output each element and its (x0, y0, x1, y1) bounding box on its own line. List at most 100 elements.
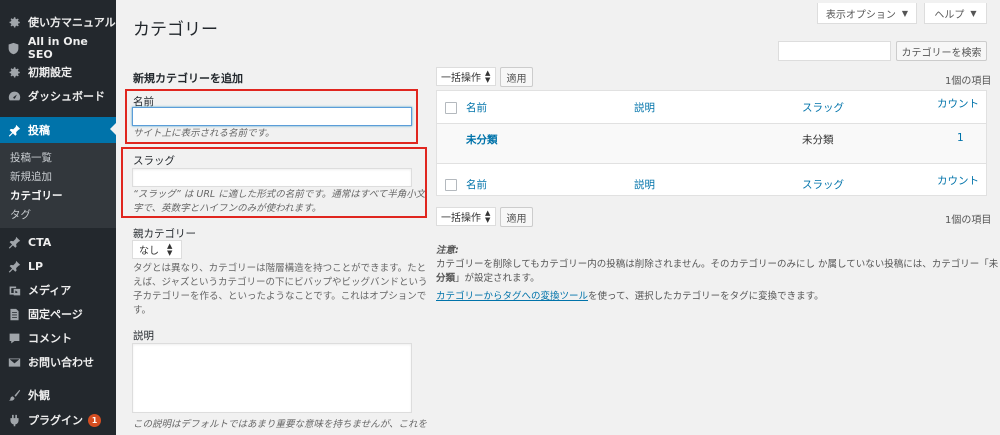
select-all-checkbox[interactable] (445, 102, 457, 114)
brush-icon (7, 388, 21, 402)
description-textarea[interactable] (132, 343, 412, 413)
menu-item-cta[interactable]: CTA (0, 230, 116, 254)
shield-icon (7, 41, 21, 55)
note-line2: 分類」が設定されます。 (436, 272, 540, 286)
menu-label: All in One SEO (27, 35, 88, 61)
media-icon (7, 283, 21, 297)
comment-icon (7, 331, 21, 345)
bulk-action-value: 一括操作 (441, 73, 481, 84)
menu-item-comments[interactable]: コメント (0, 326, 116, 350)
slug-description-line1: “スラッグ” は URL に適した形式の名前です。通常はすべて半角小文 (133, 189, 426, 200)
column-description-footer[interactable]: 説明 (634, 177, 655, 192)
updown-arrow-icon: ▲ ▼ (485, 68, 491, 84)
menu-label: 使い方マニュアル (28, 16, 116, 29)
help-label: ヘルプ (934, 9, 965, 21)
column-count-footer[interactable]: カウント (937, 173, 979, 188)
add-category-heading: 新規カテゴリーを追加 (133, 72, 243, 85)
submenu-categories[interactable]: カテゴリー (10, 188, 63, 203)
column-description-header[interactable]: 説明 (634, 100, 655, 115)
slug-input[interactable] (132, 168, 412, 187)
column-count-header[interactable]: カウント (937, 96, 979, 111)
parent-category-value: なし (139, 246, 159, 257)
pin-icon (7, 123, 21, 137)
plugin-update-badge: 1 (88, 413, 101, 427)
column-slug-header[interactable]: スラッグ (802, 100, 844, 115)
screen-options-button[interactable]: 表示オプション ▼ (817, 3, 917, 24)
menu-item-settings[interactable]: 初期設定 (0, 60, 116, 84)
updown-arrow-icon: ▲ ▼ (485, 208, 491, 224)
column-name-footer[interactable]: 名前 (466, 177, 487, 192)
caret-down-icon: ▼ (970, 8, 977, 18)
help-button[interactable]: ヘルプ ▼ (924, 3, 987, 24)
menu-item-plugins[interactable]: プラグイン 1 (0, 408, 116, 432)
note-line1: カテゴリーを削除してもカテゴリー内の投稿は削除されません。そのカテゴリーのみにし… (436, 259, 999, 270)
menu-item-lp[interactable]: LP (0, 254, 116, 278)
menu-label: 初期設定 (28, 66, 72, 79)
menu-label: プラグイン (28, 414, 83, 427)
name-input[interactable] (132, 107, 412, 126)
caret-down-icon: ▼ (901, 8, 909, 18)
note-line3: カテゴリーからタグへの変換ツールを使って、選択したカテゴリーをタグに変換できます… (436, 290, 824, 304)
menu-label: 固定ページ (28, 308, 83, 321)
posts-submenu: 投稿一覧 新規追加 カテゴリー タグ (0, 143, 116, 228)
bulk-action-select-top[interactable]: 一括操作 ▲ ▼ (436, 67, 496, 86)
page-icon (7, 307, 21, 321)
pin-icon (7, 259, 21, 273)
parent-description-line1: タグとは異なり、カテゴリーは階層構造を持つことができます。たと (133, 263, 427, 274)
column-slug-footer[interactable]: スラッグ (802, 177, 844, 192)
parent-description-line3: 子カテゴリーを作る、といったようなことです。これはオプションで (133, 291, 427, 302)
menu-item-manual[interactable]: 使い方マニュアル (0, 10, 116, 34)
note-uncategorized: 分類 (436, 273, 456, 284)
item-count-bottom: 1個の項目 (945, 215, 992, 226)
submenu-add-new[interactable]: 新規追加 (10, 169, 52, 184)
menu-item-all-in-one-seo[interactable]: All in One SEO (0, 35, 116, 61)
gear-icon (7, 15, 21, 29)
apply-button-bottom[interactable]: 適用 (500, 207, 533, 227)
note-line3-rest: を使って、選択したカテゴリーをタグに変換できます。 (588, 291, 824, 302)
menu-item-dashboard[interactable]: ダッシュボード (0, 84, 116, 108)
menu-label: 外観 (28, 389, 50, 402)
menu-item-media[interactable]: メディア (0, 278, 116, 302)
column-name-header[interactable]: 名前 (466, 100, 487, 115)
menu-label: メディア (28, 284, 72, 297)
menu-item-appearance[interactable]: 外観 (0, 383, 116, 407)
page-title: カテゴリー (133, 20, 218, 40)
table-header-row: 名前 説明 スラッグ カウント (437, 91, 986, 124)
description-help: この説明はデフォルトではあまり重要な意味を持ちませんが、これを (133, 419, 428, 430)
mail-icon (7, 355, 21, 369)
note-line2-rest: 」が設定されます。 (455, 273, 540, 284)
submenu-tags[interactable]: タグ (10, 207, 31, 222)
parent-description-line2: えば、ジャズというカテゴリーの下にビバップやビッグバンドという (133, 277, 428, 288)
search-categories-button[interactable]: カテゴリーを検索 (896, 41, 987, 61)
category-tag-converter-link[interactable]: カテゴリーからタグへの変換ツール (436, 291, 588, 302)
item-count-top: 1個の項目 (945, 76, 992, 87)
search-input[interactable] (778, 41, 891, 61)
description-label: 説明 (133, 330, 154, 342)
submenu-all-posts[interactable]: 投稿一覧 (10, 150, 52, 165)
category-name-link[interactable]: 未分類 (466, 132, 498, 147)
categories-table: 名前 説明 スラッグ カウント 未分類 未分類 1 名前 説明 スラッグ カウン… (436, 90, 987, 196)
menu-item-posts[interactable]: 投稿 (0, 117, 116, 143)
pin-icon (7, 235, 21, 249)
menu-item-pages[interactable]: 固定ページ (0, 302, 116, 326)
select-all-checkbox-footer[interactable] (445, 179, 457, 191)
menu-label: お問い合わせ (28, 356, 94, 369)
menu-label: コメント (28, 332, 72, 345)
menu-label: ダッシュボード (28, 90, 105, 103)
slug-label: スラッグ (133, 155, 175, 167)
menu-item-contact[interactable]: お問い合わせ (0, 350, 116, 374)
parent-category-select[interactable]: なし ▲ ▼ (132, 240, 182, 259)
plugin-icon (7, 413, 21, 427)
menu-label: LP (28, 259, 44, 273)
screen-options-label: 表示オプション (825, 9, 896, 21)
name-description: サイト上に表示される名前です。 (133, 128, 275, 139)
parent-description-line4: す。 (133, 305, 152, 316)
parent-category-label: 親カテゴリー (133, 228, 196, 240)
category-count-link[interactable]: 1 (957, 132, 964, 144)
gear-icon (7, 65, 21, 79)
menu-label: CTA (28, 235, 52, 249)
note-label: 注意: (436, 245, 459, 256)
category-slug: 未分類 (802, 134, 834, 146)
bulk-action-select-bottom[interactable]: 一括操作 ▲ ▼ (436, 207, 496, 226)
apply-button-top[interactable]: 適用 (500, 67, 533, 87)
